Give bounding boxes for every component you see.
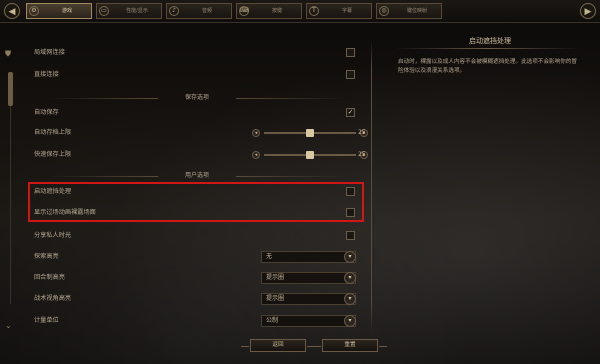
setting-show-cinematic-occlusion[interactable]: 显示过场动画裸露场面 xyxy=(28,204,366,222)
gear-icon: ⚙ xyxy=(29,6,39,16)
setting-lan-connect[interactable]: 局域网连接 xyxy=(28,44,366,62)
direct-connect-checkbox[interactable] xyxy=(346,70,355,79)
combat-view-highlight-select[interactable]: 提示圈 ▾ xyxy=(261,293,356,305)
explore-highlight-select[interactable]: 无 ▾ xyxy=(261,251,356,263)
tab-label: 字幕 xyxy=(341,8,352,14)
shield-icon: ⛊ xyxy=(5,49,11,58)
description-title: 启动遮挡处理 xyxy=(469,37,511,45)
scroll-down-icon[interactable]: ⌄ xyxy=(5,322,13,330)
tab-game[interactable]: ⚙ 游戏 xyxy=(26,3,92,19)
setting-label: 自动保存 xyxy=(34,109,59,116)
next-tab-button[interactable]: ▶ xyxy=(580,3,596,19)
prev-tab-button[interactable]: ◀ xyxy=(4,3,20,19)
setting-autosave-limit[interactable]: 自动存档上限 ◂ ▸ 25 xyxy=(28,124,368,142)
setting-label: 自动存档上限 xyxy=(34,129,72,136)
tab-keybinds[interactable]: ⌨ 按键 xyxy=(236,3,302,19)
reset-button[interactable]: 重置 xyxy=(313,339,387,352)
tab-label: 键位映射 xyxy=(406,8,427,14)
slider-value: 25 xyxy=(358,151,366,158)
setting-label: 局域网连接 xyxy=(34,49,65,56)
tab-subtitles[interactable]: T 字幕 xyxy=(306,3,372,19)
setting-label: 启动遮挡处理 xyxy=(34,188,72,195)
tab-mapping[interactable]: ◎ 键位映射 xyxy=(376,3,442,19)
setting-label: 计量单位 xyxy=(34,317,59,324)
select-value: 提示圈 xyxy=(266,274,285,281)
setting-quicksave-limit[interactable]: 快速保存上限 ◂ ▸ 25 xyxy=(28,146,368,164)
chevron-down-icon[interactable]: ▾ xyxy=(344,315,356,327)
gamepad-icon: ◎ xyxy=(379,6,389,16)
slider-value: 25 xyxy=(358,129,366,136)
scrollbar-thumb[interactable] xyxy=(8,72,13,106)
autosave-checkbox[interactable]: ✓ xyxy=(346,108,355,117)
setting-label: 快速保存上限 xyxy=(34,151,72,158)
setting-label: 直接连接 xyxy=(34,71,59,78)
select-value: 无 xyxy=(266,253,273,260)
back-button[interactable]: 返回 xyxy=(241,339,315,352)
units-select[interactable]: 公制 ▾ xyxy=(261,315,356,327)
section-user-options: 用户选项 xyxy=(28,170,366,182)
top-tab-bar: ◀ ⚙ 游戏 ▭ 性能/显示 ♪ 音频 ⌨ 按键 T 字幕 ◎ 键位映射 ▶ xyxy=(0,0,600,23)
setting-share-private-time[interactable]: 分享私人时光 xyxy=(28,227,366,245)
tab-label: 游戏 xyxy=(61,8,72,14)
setting-label: 探索高亮 xyxy=(34,253,59,260)
chevron-down-icon[interactable]: ▾ xyxy=(344,293,356,305)
setting-label: 显示过场动画裸露场面 xyxy=(34,209,96,216)
scrollbar-track[interactable] xyxy=(10,72,11,304)
section-title: 用户选项 xyxy=(184,172,209,179)
description-text: 启动时，裸露以及成人内容不会被模糊遮挡处理。此选项不会影响你的冒险体验以及浪漫关… xyxy=(398,59,578,74)
tab-label: 性能/显示 xyxy=(126,8,148,14)
share-private-time-checkbox[interactable] xyxy=(346,231,355,240)
lan-connect-checkbox[interactable] xyxy=(346,48,355,57)
turn-highlight-select[interactable]: 提示圈 ▾ xyxy=(261,272,356,284)
chevron-down-icon[interactable]: ▾ xyxy=(344,272,356,284)
setting-label: 回合制高亮 xyxy=(34,274,65,281)
chevron-down-icon[interactable]: ▾ xyxy=(344,251,356,263)
panel-divider xyxy=(371,40,372,332)
setting-label: 战术视角高亮 xyxy=(34,295,72,302)
section-title: 保存选项 xyxy=(184,94,209,101)
setting-turn-highlight[interactable]: 回合制高亮 提示圈 ▾ xyxy=(28,269,366,287)
select-value: 提示圈 xyxy=(266,295,285,302)
autosave-limit-slider[interactable]: ◂ ▸ xyxy=(252,129,368,137)
setting-direct-connect[interactable]: 直接连接 xyxy=(28,66,366,84)
setting-units[interactable]: 计量单位 公制 ▾ xyxy=(28,312,366,330)
decrease-arrow-icon[interactable]: ◂ xyxy=(252,129,260,137)
enable-occlusion-checkbox[interactable] xyxy=(346,187,355,196)
setting-label: 分享私人时光 xyxy=(34,232,72,239)
tab-display[interactable]: ▭ 性能/显示 xyxy=(96,3,162,19)
setting-enable-occlusion[interactable]: 启动遮挡处理 xyxy=(28,183,366,201)
monitor-icon: ▭ xyxy=(99,6,109,16)
setting-combat-view-highlight[interactable]: 战术视角高亮 提示圈 ▾ xyxy=(28,290,366,308)
text-icon: T xyxy=(309,6,319,16)
tab-audio[interactable]: ♪ 音频 xyxy=(166,3,232,19)
section-save-options: 保存选项 xyxy=(28,92,366,104)
slider-knob[interactable] xyxy=(306,129,314,137)
show-cinematic-occlusion-checkbox[interactable] xyxy=(346,208,355,217)
setting-autosave[interactable]: 自动保存 ✓ xyxy=(28,104,366,122)
setting-explore-highlight[interactable]: 探索高亮 无 ▾ xyxy=(28,248,366,266)
select-value: 公制 xyxy=(266,317,279,324)
description-rule xyxy=(395,48,580,49)
tab-label: 音频 xyxy=(201,8,212,14)
tab-label: 按键 xyxy=(271,8,282,14)
quicksave-limit-slider[interactable]: ◂ ▸ xyxy=(252,151,368,159)
speaker-icon: ♪ xyxy=(169,6,179,16)
decrease-arrow-icon[interactable]: ◂ xyxy=(252,151,260,159)
slider-knob[interactable] xyxy=(306,151,314,159)
keyboard-icon: ⌨ xyxy=(239,6,249,16)
